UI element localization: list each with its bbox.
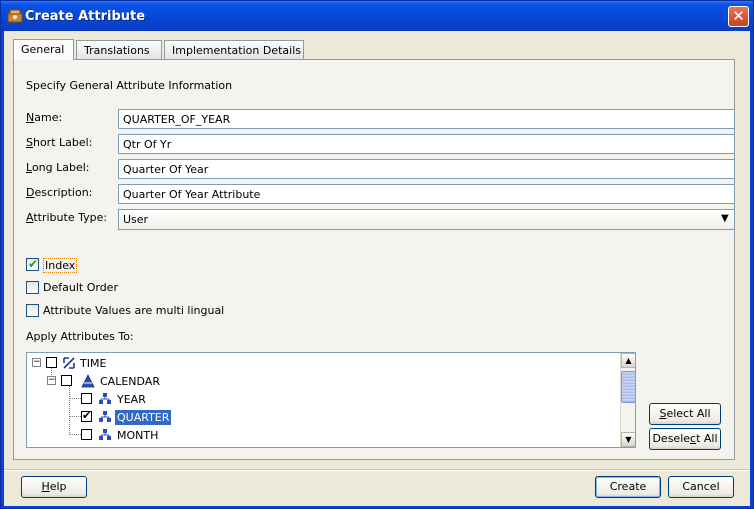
title-bar[interactable]: Create Attribute ✕: [1, 1, 753, 31]
dialog-window: Create Attribute ✕ General Translations …: [0, 0, 754, 509]
footer-separator: [4, 469, 750, 471]
short-label-label: Short Label:: [26, 136, 93, 149]
arrow-down-icon: ▼: [625, 435, 632, 444]
collapse-toggle-icon[interactable]: −: [32, 358, 41, 367]
tree-node-calendar[interactable]: − CALENDAR: [27, 372, 617, 390]
chevron-down-icon: ▼: [721, 213, 729, 224]
select-all-button[interactable]: Select All: [649, 403, 721, 425]
cancel-button[interactable]: Cancel: [668, 476, 734, 498]
tree-node-year[interactable]: YEAR: [27, 390, 617, 408]
tree-checkbox[interactable]: ✔: [81, 409, 92, 422]
scroll-thumb[interactable]: [621, 371, 635, 403]
scroll-down-button[interactable]: ▼: [621, 432, 635, 447]
tab-implementation-details[interactable]: Implementation Details: [164, 40, 304, 59]
multilingual-label: Attribute Values are multi lingual: [43, 304, 225, 317]
tree-node-label: CALENDAR: [100, 375, 160, 388]
name-field[interactable]: QUARTER_OF_YEAR: [118, 109, 735, 129]
dialog-body: General Translations Implementation Deta…: [4, 31, 750, 506]
default-order-checkbox[interactable]: [26, 281, 39, 294]
tree-node-quarter[interactable]: ✔ QUARTER: [27, 408, 617, 426]
level-icon: [99, 411, 111, 422]
attribute-type-value: User: [123, 213, 149, 226]
tree-checkbox[interactable]: [81, 393, 92, 404]
scroll-up-button[interactable]: ▲: [621, 353, 635, 368]
index-label: Index: [43, 258, 78, 273]
hierarchy-icon: [81, 374, 95, 388]
level-icon: [99, 393, 111, 404]
tree-node-month[interactable]: MONTH: [27, 426, 617, 444]
collapse-toggle-icon[interactable]: −: [47, 376, 56, 385]
attribute-type-select[interactable]: User ▼: [118, 209, 735, 230]
tree-node-time[interactable]: − TIME: [27, 354, 617, 372]
tree-node-label: YEAR: [117, 393, 146, 406]
long-label-field[interactable]: Quarter Of Year: [118, 159, 735, 179]
short-label-field[interactable]: Qtr Of Yr: [118, 134, 735, 154]
attribute-type-label: Attribute Type:: [26, 211, 108, 224]
tab-general[interactable]: General: [13, 39, 74, 60]
checkmark-icon: ✔: [28, 257, 39, 271]
section-title: Specify General Attribute Information: [26, 79, 233, 92]
default-order-label: Default Order: [43, 281, 118, 294]
tab-translations[interactable]: Translations: [76, 40, 162, 59]
apply-attributes-tree[interactable]: − TIME − CALENDAR YEAR ✔ QUARTER MONTH ▲…: [26, 352, 636, 448]
apply-attributes-label: Apply Attributes To:: [26, 330, 134, 343]
tree-node-label: MONTH: [117, 429, 159, 442]
description-label: Description:: [26, 186, 93, 199]
create-button[interactable]: Create: [595, 476, 661, 498]
long-label-label: Long Label:: [26, 161, 90, 174]
close-button[interactable]: ✕: [728, 6, 749, 27]
index-checkbox[interactable]: ✔: [26, 257, 39, 271]
tree-checkbox[interactable]: [61, 375, 72, 386]
checkmark-icon: ✔: [82, 409, 92, 422]
general-tab-panel: Specify General Attribute Information Na…: [13, 59, 735, 460]
dimension-icon: [63, 357, 75, 369]
arrow-up-icon: ▲: [625, 356, 632, 365]
tree-node-label: TIME: [80, 357, 107, 370]
tree-scrollbar[interactable]: ▲ ▼: [620, 353, 635, 447]
name-label: Name:: [26, 111, 63, 124]
app-icon: [7, 9, 23, 23]
deselect-all-button[interactable]: Deselect All: [649, 428, 721, 450]
window-title: Create Attribute: [25, 9, 146, 24]
description-field[interactable]: Quarter Of Year Attribute: [118, 184, 735, 204]
tree-checkbox[interactable]: [81, 429, 92, 440]
tree-checkbox[interactable]: [46, 357, 57, 368]
tree-node-label: QUARTER: [115, 410, 172, 425]
level-icon: [99, 429, 111, 440]
close-icon: ✕: [732, 7, 745, 25]
help-button[interactable]: Help: [21, 476, 87, 498]
multilingual-checkbox[interactable]: [26, 304, 39, 317]
